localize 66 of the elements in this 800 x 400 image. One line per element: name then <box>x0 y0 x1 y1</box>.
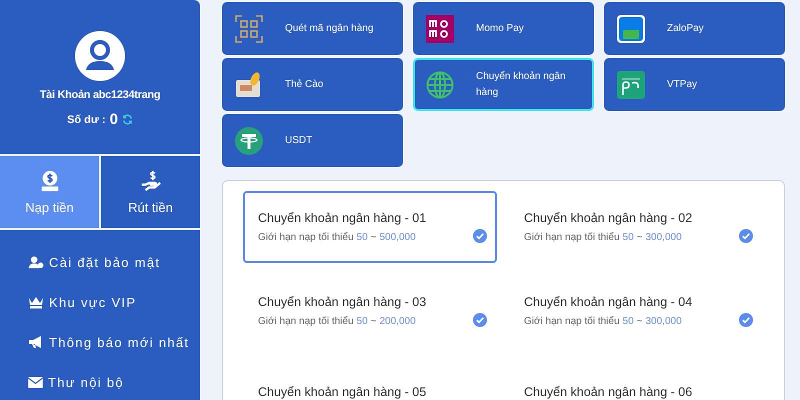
limit-label: Giới hạn nạp tối thiểu <box>258 232 354 243</box>
menu-item[interactable]: Thư nội bộ <box>28 362 124 400</box>
limit-min: 50 <box>356 232 368 243</box>
menu-label: Khu vực VIP <box>49 294 136 310</box>
menu-label: Thông báo mới nhất <box>49 334 190 350</box>
hand-money-icon <box>140 170 162 192</box>
limit-label: Giới hạn nạp tối thiểu <box>524 232 620 243</box>
bank-option-title: Chuyển khoản ngân hàng - 03 <box>258 295 428 309</box>
bank-option[interactable]: Chuyển khoản ngân hàng - 01 Giới hạn nạp tối thiểu 50 ~ 500,000 <box>243 191 497 263</box>
limit-label: Giới hạn nạp tối thiểu <box>524 316 620 327</box>
check-icon <box>473 229 487 243</box>
account-name: Tài Khoản abc1234trang <box>40 89 160 101</box>
bank-option[interactable]: Chuyển khoản ngân hàng - 06 <box>509 359 763 400</box>
wallet-tab[interactable]: Nạp tiền <box>0 156 99 228</box>
payment-method-tile[interactable]: Thẻ Cào <box>222 58 403 111</box>
menu-label: Thư nội bộ <box>48 374 124 390</box>
limit-max: 300,000 <box>645 232 682 243</box>
limit-separator: ~ <box>636 232 642 243</box>
payment-method-tile[interactable]: USDT <box>222 114 403 167</box>
limit-separator: ~ <box>370 316 376 327</box>
refresh-icon[interactable] <box>122 114 133 125</box>
bank-option-title: Chuyển khoản ngân hàng - 06 <box>524 384 694 398</box>
limit-min: 50 <box>356 316 368 327</box>
check-icon <box>739 229 753 243</box>
limit-separator: ~ <box>636 316 642 327</box>
limit-min: 50 <box>622 316 634 327</box>
bank-option[interactable]: Chuyển khoản ngân hàng - 02 Giới hạn nạp tối thiểu 50 ~ 300,000 <box>509 191 763 263</box>
payment-method-tile[interactable]: Momo Pay <box>413 2 594 55</box>
qr-code-icon <box>235 14 263 42</box>
bank-option[interactable]: Chuyển khoản ngân hàng - 05 <box>243 359 497 400</box>
check-icon <box>473 313 487 327</box>
limit-min: 50 <box>622 232 634 243</box>
limit-max: 300,000 <box>645 316 682 327</box>
limit-max: 500,000 <box>379 232 416 243</box>
menu-label: Cài đặt bảo mật <box>49 254 160 270</box>
payment-method-tile[interactable]: Quét mã ngân hàng <box>222 2 403 55</box>
check-icon <box>739 313 753 327</box>
limit-separator: ~ <box>370 232 376 243</box>
balance-value: 0 <box>110 111 118 128</box>
limit-label: Giới hạn nạp tối thiểu <box>258 316 354 327</box>
payment-method-tile[interactable]: Chuyển khoản ngân hàng <box>413 58 594 111</box>
momo-logo-icon <box>426 14 454 42</box>
bank-option-title: Chuyển khoản ngân hàng - 01 <box>258 211 428 225</box>
bank-option[interactable]: Chuyển khoản ngân hàng - 04 Giới hạn nạp tối thiểu 50 ~ 300,000 <box>509 275 763 347</box>
menu-item[interactable]: Cài đặt bảo mật <box>28 242 160 282</box>
wallet-logo-icon <box>617 70 645 98</box>
crown-icon <box>28 295 44 309</box>
balance-label: Số dư : <box>67 114 106 126</box>
mail-icon <box>28 376 43 388</box>
bank-option-title: Chuyển khoản ngân hàng - 04 <box>524 295 694 309</box>
megaphone-icon <box>28 335 44 349</box>
zalo-logo-icon <box>617 14 645 42</box>
user-icon <box>28 256 44 268</box>
payment-method-tile[interactable]: ZaloPay <box>604 2 785 55</box>
globe-icon <box>426 70 454 98</box>
menu-item[interactable]: Khu vực VIP <box>28 282 136 322</box>
limit-max: 200,000 <box>379 316 416 327</box>
bank-option-title: Chuyển khoản ngân hàng - 05 <box>258 384 428 398</box>
bank-option[interactable]: Chuyển khoản ngân hàng - 03 Giới hạn nạp tối thiểu 50 ~ 200,000 <box>243 275 497 347</box>
scratch-card-icon <box>235 70 263 98</box>
tether-logo-icon <box>235 126 263 154</box>
wallet-tab[interactable]: Rút tiền <box>99 156 200 228</box>
menu-item[interactable]: Thông báo mới nhất <box>28 322 190 362</box>
avatar-icon <box>75 31 125 81</box>
bank-option-title: Chuyển khoản ngân hàng - 02 <box>524 211 694 225</box>
payment-method-tile[interactable]: VTPay <box>604 58 785 111</box>
